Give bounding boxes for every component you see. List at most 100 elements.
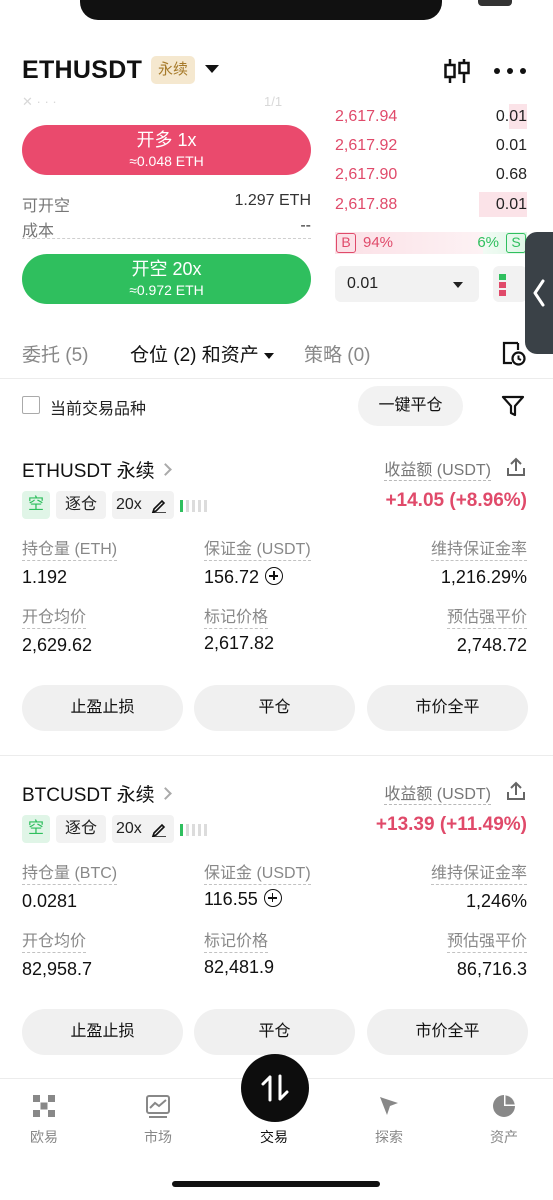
liq-price-label: 预估强平价 [446,932,527,953]
contract-type-badge: 永续 [151,56,196,84]
nav-assets-label: 资产 [490,1129,518,1145]
nav-explore-label: 探索 [375,1129,403,1145]
margin-label: 保证金 (USDT) [204,540,311,561]
pie-chart-icon [493,1095,515,1117]
pnl-label: 收益额 (USDT) [384,780,491,805]
nav-assets[interactable]: 资产 [464,1093,544,1147]
close-all-button[interactable]: 一键平仓 [358,386,463,426]
position-card: ETHUSDT 永续 收益额 (USDT) 空 逐仓 20x +14.05 (+… [0,456,553,736]
mmr-value: 1,246% [465,891,527,911]
leverage-tag[interactable]: 20x [112,815,174,843]
tpsl-button[interactable]: 止盈止损 [22,685,183,731]
position-symbol: ETHUSDT 永续 [22,461,155,482]
open-long-button[interactable]: 开多 1x ≈0.048 ETH [22,125,311,175]
orderbook-view-toggle[interactable] [493,266,527,302]
depth-step-select[interactable]: 0.01 [335,266,479,302]
battery-icon [478,0,512,6]
chevron-right-icon [158,787,172,801]
trade-fab-button[interactable] [241,1054,309,1122]
open-short-amount: ≈0.972 ETH [129,282,204,298]
position-symbol: BTCUSDT 永续 [22,785,155,806]
tab-strategies[interactable]: 策略 (0) [304,340,371,367]
buy-ratio-fill [335,232,483,254]
chevron-down-icon [263,352,274,359]
mark-price-label: 标记价格 [204,608,269,629]
swap-arrows-icon [261,1074,289,1102]
pnl-label: 收益额 (USDT) [384,456,491,481]
position-title[interactable]: ETHUSDT 永续 [22,456,172,483]
green-block-icon [499,274,506,280]
margin-value: 116.55 [204,889,258,909]
liq-price-label: 预估强平价 [446,608,527,629]
position-title[interactable]: BTCUSDT 永续 [22,780,172,807]
share-icon[interactable] [505,780,527,802]
open-long-label: 开多 1x [136,130,197,150]
adl-indicator [180,500,210,512]
margin-value-group: 156.72 [204,566,284,588]
mark-price-value: 82,481.9 [204,957,275,977]
share-icon[interactable] [505,456,527,478]
nav-market[interactable]: 市场 [118,1093,198,1147]
home-indicator [172,1181,380,1187]
leverage-value: 20x [116,820,142,837]
nav-explore[interactable]: 探索 [349,1093,429,1147]
chevron-down-icon[interactable] [205,65,219,73]
tab-orders[interactable]: 委托 (5) [22,340,89,367]
close-position-button[interactable]: 平仓 [194,1009,355,1055]
status-bar [0,0,553,24]
side-tag: 空 [22,491,50,519]
orderbook-row[interactable]: 2,617.94 0.01 [335,104,527,129]
orderbook-row[interactable]: 2,617.88 0.01 [335,192,527,217]
current-pair-label[interactable]: 当前交易品种 [50,395,146,419]
more-icon[interactable] [493,68,527,76]
market-chart-icon [146,1095,170,1118]
add-margin-icon[interactable] [263,889,282,908]
tab-positions[interactable]: 仓位 (2) 和资产 [130,340,274,367]
position-tabs: 委托 (5) 仓位 (2) 和资产 策略 (0) [0,330,553,376]
pnl-value: +13.39 (+11.49%) [375,814,527,835]
margin-value-group: 116.55 [204,888,282,910]
market-close-button[interactable]: 市价全平 [367,685,528,731]
market-close-button[interactable]: 市价全平 [367,1009,528,1055]
cost-value: -- [300,217,311,234]
ask-price: 2,617.94 [335,108,398,125]
open-short-button[interactable]: 开空 20x ≈0.972 ETH [22,254,311,304]
mmr-value: 1,216.29% [440,567,527,587]
order-history-icon[interactable] [500,340,526,366]
tab-positions-label: 仓位 (2) 和资产 [130,345,259,366]
size-label: 持仓量 (BTC) [22,864,118,885]
orderbook-row[interactable]: 2,617.90 0.68 [335,162,527,187]
current-pair-checkbox[interactable] [22,396,40,414]
filter-row: 当前交易品种 一键平仓 [0,384,553,428]
buy-marker: B [336,233,356,253]
nav-home-label: 欧易 [30,1129,58,1145]
leverage-tag[interactable]: 20x [112,491,174,519]
side-tag: 空 [22,815,50,843]
nav-home[interactable]: 欧易 [4,1093,84,1147]
edit-icon [151,499,166,513]
candlestick-icon[interactable] [442,56,472,86]
mmr-label: 维持保证金率 [430,864,527,885]
liq-price-value: 2,748.72 [456,635,527,655]
buy-ratio: 94% [363,234,394,251]
close-position-button[interactable]: 平仓 [194,685,355,731]
red-block-icon [499,290,506,296]
entry-price-value: 2,629.62 [22,635,93,655]
ask-price: 2,617.88 [335,196,398,213]
available-short-value: 1.297 ETH [234,192,311,209]
buy-sell-ratio-bar: B 94% 6% S [335,232,527,254]
mmr-label: 维持保证金率 [430,540,527,561]
add-margin-icon[interactable] [265,567,284,586]
header: ETHUSDT 永续 [0,48,553,94]
compass-icon [380,1097,398,1115]
filter-icon[interactable] [499,392,527,420]
size-value: 1.192 [22,567,68,587]
pair-title[interactable]: ETHUSDT [22,56,142,85]
cost-row: 成本 -- [22,217,311,240]
open-long-amount: ≈0.048 ETH [129,153,204,169]
margin-label: 保证金 (USDT) [204,864,311,885]
tpsl-button[interactable]: 止盈止损 [22,1009,183,1055]
size-value: 0.0281 [22,891,78,911]
chevron-right-icon [158,463,172,477]
orderbook-row[interactable]: 2,617.92 0.01 [335,133,527,158]
